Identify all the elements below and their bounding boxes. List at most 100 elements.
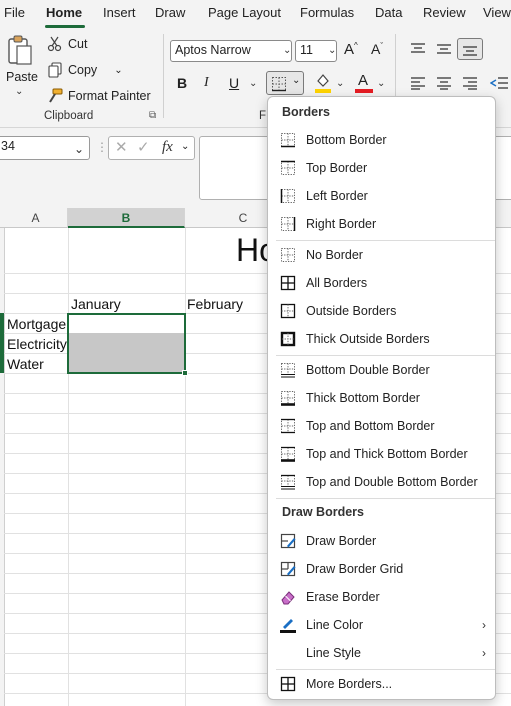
font-color-chevron-down-icon[interactable]: ⌄ xyxy=(377,78,385,89)
tab-data[interactable]: Data xyxy=(375,5,402,20)
menu-item-thick-outside-borders[interactable]: Thick Outside Borders xyxy=(269,325,496,353)
ribbon-separator xyxy=(163,34,164,118)
cell-water[interactable]: Water xyxy=(7,356,44,372)
tab-insert[interactable]: Insert xyxy=(103,5,136,20)
name-box-value: 34 xyxy=(1,139,15,153)
fill-handle[interactable] xyxy=(182,370,188,376)
top-double-bottom-border-icon xyxy=(281,474,295,490)
tab-review[interactable]: Review xyxy=(423,5,466,20)
grow-font-icon[interactable]: A^ xyxy=(344,41,358,58)
copy-icon xyxy=(48,62,62,78)
menu-item-label: Line Style xyxy=(306,646,361,660)
tab-draw[interactable]: Draw xyxy=(155,5,185,20)
tab-page-layout[interactable]: Page Layout xyxy=(208,5,281,20)
italic-button[interactable]: I xyxy=(204,75,209,91)
menu-item-top-bottom-border[interactable]: Top and Bottom Border xyxy=(269,412,496,440)
font-color-button[interactable]: A xyxy=(355,72,373,94)
menu-item-line-color[interactable]: Line Color › xyxy=(269,611,496,639)
borders-button[interactable]: ⌄ xyxy=(266,71,304,95)
format-painter-label: Format Painter xyxy=(68,89,151,103)
menu-item-right-border[interactable]: Right Border xyxy=(269,210,496,238)
fx-chevron-down-icon[interactable]: ⌄ xyxy=(181,141,189,152)
underline-chevron-down-icon[interactable]: ⌄ xyxy=(249,78,257,89)
middle-align-icon[interactable] xyxy=(436,42,452,56)
decrease-indent-icon[interactable] xyxy=(490,76,508,90)
scissors-icon xyxy=(47,36,62,52)
copy-button[interactable]: Copy ⌄ xyxy=(47,62,123,78)
name-box-chevron-down-icon[interactable]: ⌄ xyxy=(74,142,84,156)
enter-check-icon[interactable]: ✓ xyxy=(137,138,150,156)
menu-item-label: Draw Border Grid xyxy=(306,562,404,576)
fill-color-icon[interactable] xyxy=(314,72,332,94)
menu-item-label: Left Border xyxy=(306,189,368,203)
menu-item-line-style[interactable]: Line Style › xyxy=(269,639,496,667)
copy-label: Copy xyxy=(68,63,98,77)
shrink-font-icon[interactable]: Aˇ xyxy=(371,41,383,57)
menu-item-label: All Borders xyxy=(306,276,368,290)
insert-function-icon[interactable]: fx xyxy=(162,139,173,156)
cell-january[interactable]: January xyxy=(71,296,121,312)
fill-color-chevron-down-icon[interactable]: ⌄ xyxy=(336,78,344,89)
formula-buttons-box: ✕ ✓ fx ⌄ xyxy=(108,136,195,160)
align-right-icon[interactable] xyxy=(462,76,478,90)
underline-button[interactable]: U xyxy=(229,75,239,91)
font-name-chevron-down-icon[interactable]: ⌄ xyxy=(283,45,291,56)
menu-item-bottom-double-border[interactable]: Bottom Double Border xyxy=(269,356,496,384)
font-size-value: 11 xyxy=(300,43,313,57)
paste-icon[interactable] xyxy=(6,34,34,68)
menu-item-bottom-border[interactable]: Bottom Border xyxy=(269,126,496,154)
borders-dropdown-menu: Borders Bottom Border Top Border Left Bo… xyxy=(267,96,496,700)
menu-item-no-border[interactable]: No Border xyxy=(269,241,496,269)
font-group-label: F xyxy=(259,110,267,122)
bottom-align-button[interactable] xyxy=(457,38,483,60)
font-name-field[interactable]: Aptos Narrow xyxy=(170,40,292,62)
bottom-align-icon xyxy=(463,46,477,56)
right-border-icon xyxy=(281,217,296,231)
paste-button[interactable]: Paste xyxy=(6,70,38,84)
copy-chevron-down-icon[interactable]: ⌄ xyxy=(114,65,122,76)
menu-item-top-border[interactable]: Top Border xyxy=(269,154,496,182)
borders-heading: Borders xyxy=(282,105,330,119)
tab-file[interactable]: File xyxy=(4,5,25,20)
menu-item-erase-border[interactable]: Erase Border xyxy=(269,583,496,611)
no-border-icon xyxy=(281,248,295,262)
top-align-icon[interactable] xyxy=(410,42,426,56)
menu-item-draw-border-grid[interactable]: Draw Border Grid xyxy=(269,555,496,583)
tab-formulas[interactable]: Formulas xyxy=(300,5,354,20)
align-left-icon[interactable] xyxy=(410,76,426,90)
bold-button[interactable]: B xyxy=(177,75,187,91)
cut-button[interactable]: Cut xyxy=(47,36,87,52)
clipboard-launcher-icon[interactable]: ⧉ xyxy=(149,110,156,121)
cancel-x-icon[interactable]: ✕ xyxy=(115,138,128,156)
menu-item-left-border[interactable]: Left Border xyxy=(269,182,496,210)
tab-home[interactable]: Home xyxy=(46,5,82,20)
paintbrush-icon xyxy=(49,88,63,103)
column-header-a[interactable]: A xyxy=(4,208,68,228)
menu-item-label: Line Color xyxy=(306,618,363,632)
menu-item-outside-borders[interactable]: Outside Borders xyxy=(269,297,496,325)
cell-february[interactable]: February xyxy=(187,296,243,312)
menu-item-thick-bottom-border[interactable]: Thick Bottom Border xyxy=(269,384,496,412)
tab-view[interactable]: View xyxy=(483,5,511,20)
paste-chevron-down-icon[interactable]: ⌄ xyxy=(15,86,23,97)
menu-item-more-borders[interactable]: More Borders... xyxy=(269,670,496,698)
align-center-icon[interactable] xyxy=(436,76,452,90)
font-color-glyph: A xyxy=(358,72,369,89)
cell-mortgage[interactable]: Mortgage xyxy=(7,316,66,332)
bottom-double-border-icon xyxy=(281,363,295,378)
menu-item-label: Top and Bottom Border xyxy=(306,419,435,433)
row-header-bar xyxy=(0,228,4,706)
column-header-b[interactable]: B xyxy=(68,208,185,228)
font-size-chevron-down-icon[interactable]: ⌄ xyxy=(328,45,336,56)
outside-borders-icon xyxy=(280,303,296,319)
top-border-icon xyxy=(281,160,295,175)
font-name-value: Aptos Narrow xyxy=(175,43,251,57)
menu-item-draw-border[interactable]: Draw Border xyxy=(269,527,496,555)
cell-selection-border xyxy=(67,313,186,374)
cell-electricity[interactable]: Electricity xyxy=(7,336,67,352)
font-color-swatch xyxy=(355,89,373,93)
format-painter-button[interactable]: Format Painter xyxy=(47,88,151,104)
menu-item-all-borders[interactable]: All Borders xyxy=(269,269,496,297)
menu-item-top-thick-bottom-border[interactable]: Top and Thick Bottom Border xyxy=(269,440,496,468)
menu-item-top-double-bottom-border[interactable]: Top and Double Bottom Border xyxy=(269,468,496,496)
